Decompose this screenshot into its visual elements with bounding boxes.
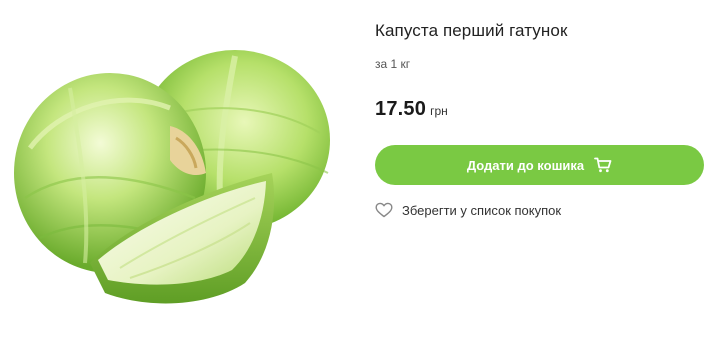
price: 17.50 грн [375,98,448,121]
add-to-cart-button[interactable]: Додати до кошика [375,145,704,185]
product-image [10,48,340,310]
cart-icon [594,157,612,173]
save-to-list-button[interactable]: Зберегти у список покупок [375,202,561,218]
add-to-cart-label: Додати до кошика [466,157,585,173]
save-to-list-label: Зберегти у список покупок [402,202,562,218]
price-currency: грн [430,104,448,118]
heart-outline-icon [375,202,393,218]
price-value: 17.50 [375,98,427,120]
product-unit: за 1 кг [375,57,411,71]
product-title: Капуста перший гатунок [375,21,568,40]
